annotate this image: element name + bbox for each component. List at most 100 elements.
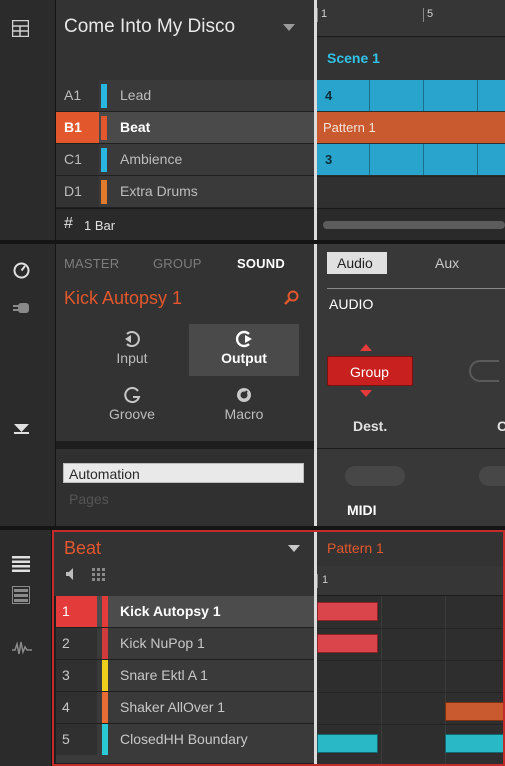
dest-value: Group [350, 364, 389, 380]
project-menu-arrow-icon[interactable] [283, 24, 295, 31]
sound-number: 4 [56, 692, 97, 723]
midi-slot-2[interactable] [479, 466, 505, 486]
row-line [317, 628, 505, 629]
sound-row-3[interactable]: 3 Snare Ektl A 1 [56, 660, 314, 692]
group-menu-arrow-icon[interactable] [288, 545, 300, 552]
clip-label: 4 [325, 88, 333, 103]
tab-audio[interactable]: Audio [327, 252, 387, 274]
next-param-label-partial: C [497, 418, 505, 434]
group-color-tag [101, 148, 107, 172]
plugin-plug-icon[interactable] [13, 302, 30, 314]
timeline-ruler[interactable]: 1 5 [317, 0, 505, 37]
tab-sound[interactable]: SOUND [237, 256, 285, 271]
group-color-tag [101, 116, 107, 140]
sound-name: Kick NuPop 1 [120, 635, 205, 651]
sound-color-tag [102, 724, 108, 755]
scene-label: Scene 1 [327, 50, 380, 66]
group-id: C1 [56, 144, 99, 175]
ruler-tick [423, 8, 424, 22]
waveform-icon[interactable] [12, 640, 32, 656]
bottom-area-separator [317, 448, 505, 449]
arranger-header [56, 0, 314, 84]
group-id: A1 [56, 80, 99, 111]
dest-up-arrow-icon[interactable] [360, 344, 372, 351]
group-row-c1[interactable]: C1 Ambience [56, 144, 314, 176]
tab-audio-label: Audio [337, 255, 373, 271]
sound-name-title[interactable]: Kick Autopsy 1 [64, 288, 182, 309]
grid-line [381, 596, 382, 766]
tab-aux[interactable]: Aux [435, 255, 459, 271]
ruler-bar-5: 5 [427, 8, 434, 20]
page-macro-button[interactable]: Macro [189, 382, 299, 430]
clip-lead[interactable]: 4 [317, 80, 505, 111]
group-name: Extra Drums [120, 183, 198, 199]
clip-divider [477, 80, 478, 111]
sound-color-tag [102, 660, 108, 691]
section-audio-label: AUDIO [329, 296, 374, 312]
page-output-label: Output [221, 350, 267, 366]
collapse-arrow-icon[interactable] [14, 422, 29, 434]
note-event-kick-autopsy[interactable] [317, 602, 378, 621]
group-name: Ambience [120, 151, 183, 167]
row-line [317, 660, 505, 661]
clip-label: 3 [325, 152, 333, 167]
group-row-b1[interactable]: B1 Beat [56, 112, 314, 144]
keyboard-view-icon[interactable] [12, 586, 30, 604]
page-output-button[interactable]: Output [189, 324, 299, 376]
sound-number: 1 [56, 596, 97, 627]
clip-ambience[interactable]: 3 [317, 144, 505, 175]
clip-divider [369, 80, 370, 111]
arranger-footer: # 1 Bar [56, 208, 314, 240]
sound-row-4[interactable]: 4 Shaker AllOver 1 [56, 692, 314, 724]
pattern-name-label[interactable]: Pattern 1 [327, 540, 384, 556]
tab-master[interactable]: MASTER [64, 256, 119, 271]
sound-number: 5 [56, 724, 97, 755]
speaker-icon[interactable] [66, 568, 78, 580]
group-row-d1[interactable]: D1 Extra Drums [56, 176, 314, 208]
group-id: B1 [56, 112, 99, 143]
empty-track-row[interactable] [317, 176, 505, 207]
dest-selector[interactable]: Group [327, 356, 413, 386]
sound-color-tag [102, 628, 108, 659]
group-row-a1[interactable]: A1 Lead [56, 80, 314, 112]
grid-icon[interactable] [92, 568, 105, 581]
ruler-bar-1: 1 [321, 8, 328, 20]
dest-down-arrow-icon[interactable] [360, 390, 372, 397]
arranger-view-icon[interactable] [12, 20, 29, 37]
group-name-title[interactable]: Beat [64, 538, 101, 559]
scrollbar-thumb[interactable] [323, 221, 505, 229]
sound-name: Kick Autopsy 1 [120, 603, 221, 619]
group-name: Lead [120, 87, 152, 103]
clip-divider [369, 144, 370, 175]
sound-row-1[interactable]: 1 Kick Autopsy 1 [56, 596, 314, 628]
page-groove-button[interactable]: Groove [77, 382, 187, 430]
note-event-closedhh-1[interactable] [317, 734, 378, 753]
pages-label: Pages [69, 491, 109, 507]
page-input-button[interactable]: Input [77, 324, 187, 376]
automation-panel: Automation Pages [56, 448, 314, 526]
tab-group[interactable]: GROUP [153, 256, 202, 271]
note-event-kick-nupop[interactable] [317, 634, 378, 653]
scene-row[interactable]: Scene 1 [317, 38, 505, 80]
pattern-ruler[interactable]: 1 [317, 566, 505, 596]
next-param-knob[interactable] [469, 360, 499, 382]
length-label[interactable]: 1 Bar [84, 218, 115, 233]
clip-beat[interactable]: Pattern 1 [317, 112, 505, 143]
arranger-scrollbar[interactable] [317, 208, 505, 240]
page-macro-label: Macro [224, 406, 264, 422]
group-id: D1 [56, 176, 99, 207]
sound-row-5[interactable]: 5 ClosedHH Boundary [56, 724, 314, 764]
note-event-closedhh-2[interactable] [445, 734, 505, 753]
row-line [317, 692, 505, 693]
search-icon[interactable] [284, 290, 299, 305]
control-knob-icon[interactable] [13, 262, 30, 279]
note-event-shaker[interactable] [445, 702, 505, 721]
pattern-group-header: Beat [52, 530, 314, 596]
sound-name: Shaker AllOver 1 [120, 699, 226, 715]
sound-row-2[interactable]: 2 Kick NuPop 1 [56, 628, 314, 660]
parameter-area: Audio Aux AUDIO Group Dest. C MIDI [317, 244, 505, 526]
pattern-list-view-icon[interactable] [12, 556, 30, 572]
project-title[interactable]: Come Into My Disco [64, 16, 235, 38]
automation-field[interactable]: Automation [63, 463, 304, 483]
midi-slot-1[interactable] [345, 466, 405, 486]
